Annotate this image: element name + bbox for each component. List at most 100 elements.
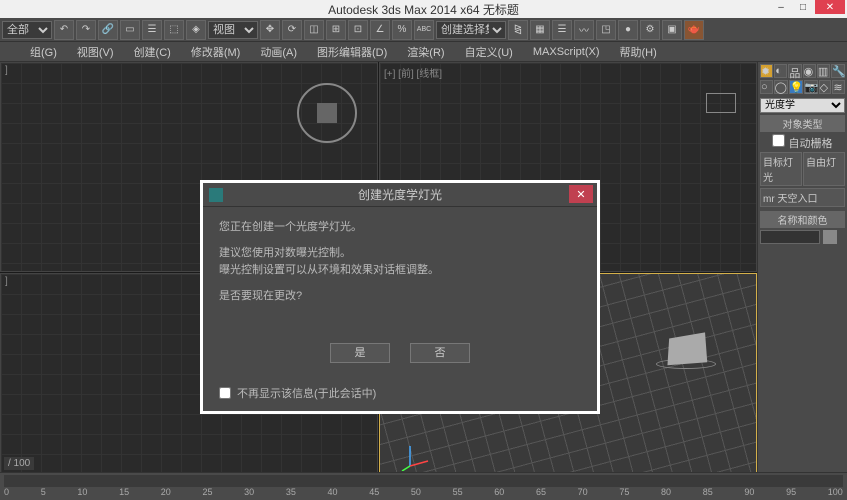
free-light-button[interactable]: 自由灯: [803, 152, 845, 186]
timeline[interactable]: 0 5 10 15 20 25 30 35 40 45 50 55 60 65 …: [0, 472, 847, 500]
title-text: Autodesk 3ds Max 2014 x64 无标题: [328, 1, 519, 18]
redo-icon[interactable]: ↷: [76, 20, 96, 40]
menu-bar: 组(G) 视图(V) 创建(C) 修改器(M) 动画(A) 图形编辑器(D) 渲…: [0, 42, 847, 62]
angle-snap-icon[interactable]: ∠: [370, 20, 390, 40]
hierarchy-tab-icon[interactable]: 品: [788, 64, 801, 78]
render-setup-icon[interactable]: ⚙: [640, 20, 660, 40]
window-controls: – □ ✕: [771, 0, 845, 14]
dialog-body: 您正在创建一个光度学灯光。 建议您使用对数曝光控制。 曝光控制设置可以从环境和效…: [203, 207, 597, 379]
maximize-button[interactable]: □: [793, 0, 813, 14]
viewport-label: ]: [5, 65, 8, 76]
move-icon[interactable]: ✥: [260, 20, 280, 40]
filter-icon[interactable]: ◈: [186, 20, 206, 40]
dialog-app-icon: [209, 188, 223, 202]
rotate-icon[interactable]: ⟳: [282, 20, 302, 40]
dialog-yes-button[interactable]: 是: [330, 343, 390, 363]
display-tab-icon[interactable]: ▥: [817, 64, 830, 78]
link-icon[interactable]: 🔗: [98, 20, 118, 40]
autogrid-checkbox[interactable]: [772, 134, 785, 147]
dialog-text-line2: 建议您使用对数曝光控制。: [219, 245, 581, 263]
scale-icon[interactable]: ◫: [304, 20, 324, 40]
tick: 0: [4, 487, 9, 497]
shapes-tab-icon[interactable]: ◯: [774, 80, 788, 94]
menu-rendering[interactable]: 渲染(R): [397, 42, 454, 62]
mr-sky-portal-button[interactable]: mr 天空入口: [760, 188, 845, 207]
tick: 55: [453, 487, 463, 497]
viewport-label: ]: [5, 276, 8, 287]
name-color-rollup[interactable]: 名称和颜色: [760, 211, 845, 228]
menu-group[interactable]: 组(G): [20, 42, 67, 62]
abc-icon[interactable]: ABC: [414, 20, 434, 40]
tick: 75: [619, 487, 629, 497]
align-icon[interactable]: ▦: [530, 20, 550, 40]
tick: 35: [286, 487, 296, 497]
dont-show-again-checkbox[interactable]: [219, 387, 231, 399]
cube-gizmo-icon: [706, 93, 736, 113]
axis-gizmo-icon: [400, 441, 430, 471]
helpers-tab-icon[interactable]: ◇: [819, 80, 832, 94]
menu-customize[interactable]: 自定义(U): [455, 42, 523, 62]
menu-maxscript[interactable]: MAXScript(X): [523, 44, 610, 60]
motion-tab-icon[interactable]: ◉: [803, 64, 816, 78]
dialog-close-button[interactable]: ✕: [569, 185, 593, 203]
lights-tab-icon[interactable]: 💡: [789, 80, 803, 94]
percent-snap-icon[interactable]: %: [392, 20, 412, 40]
tick: 65: [536, 487, 546, 497]
menu-help[interactable]: 帮助(H): [609, 42, 666, 62]
rect-select-icon[interactable]: ⬚: [164, 20, 184, 40]
tick: 85: [703, 487, 713, 497]
tick: 5: [41, 487, 46, 497]
menu-graph-editors[interactable]: 图形编辑器(D): [307, 42, 397, 62]
tick: 40: [328, 487, 338, 497]
space-warps-tab-icon[interactable]: ≋: [832, 80, 845, 94]
undo-icon[interactable]: ↶: [54, 20, 74, 40]
layer-icon[interactable]: ☰: [552, 20, 572, 40]
target-light-button[interactable]: 目标灯光: [760, 152, 802, 186]
object-name-input[interactable]: [760, 230, 820, 244]
minimize-button[interactable]: –: [771, 0, 791, 14]
snap-icon[interactable]: ⊡: [348, 20, 368, 40]
command-panel: ✹ ◐ 品 ◉ ▥ 🔧 ○ ◯ 💡 📷 ◇ ≋ 光度学 对象类型 自动栅格 目标…: [757, 62, 847, 482]
curve-editor-icon[interactable]: 〰: [574, 20, 594, 40]
close-button[interactable]: ✕: [815, 0, 845, 14]
dialog-title-text: 创建光度学灯光: [358, 186, 442, 203]
cameras-tab-icon[interactable]: 📷: [804, 80, 818, 94]
material-icon[interactable]: ●: [618, 20, 638, 40]
tick: 70: [578, 487, 588, 497]
selection-set-dropdown[interactable]: 创建选择集: [436, 21, 506, 39]
menu-view[interactable]: 视图(V): [67, 42, 124, 62]
cube-object-icon: [666, 334, 716, 369]
select-icon[interactable]: ▭: [120, 20, 140, 40]
menu-create[interactable]: 创建(C): [124, 42, 181, 62]
dialog-text-line1: 您正在创建一个光度学灯光。: [219, 219, 581, 237]
modify-tab-icon[interactable]: ◐: [774, 64, 787, 78]
tick: 25: [202, 487, 212, 497]
category-dropdown[interactable]: 光度学: [760, 98, 845, 113]
geometry-tab-icon[interactable]: ○: [760, 80, 773, 94]
select-name-icon[interactable]: ☰: [142, 20, 162, 40]
mirror-icon[interactable]: ⧎: [508, 20, 528, 40]
dialog-no-button[interactable]: 否: [410, 343, 470, 363]
coord-icon[interactable]: ⊞: [326, 20, 346, 40]
timeline-track[interactable]: [4, 475, 843, 487]
render-frame-icon[interactable]: ▣: [662, 20, 682, 40]
schematic-icon[interactable]: ◳: [596, 20, 616, 40]
object-type-rollup[interactable]: 对象类型: [760, 115, 845, 132]
tick: 50: [411, 487, 421, 497]
menu-modifiers[interactable]: 修改器(M): [181, 42, 251, 62]
dialog-text-line3: 曝光控制设置可以从环境和效果对话框调整。: [219, 262, 581, 280]
scope-dropdown[interactable]: 全部: [2, 21, 52, 39]
menu-animation[interactable]: 动画(A): [250, 42, 307, 62]
dialog-titlebar: 创建光度学灯光 ✕: [203, 183, 597, 207]
view-dropdown[interactable]: 视图: [208, 21, 258, 39]
tick: 80: [661, 487, 671, 497]
create-tab-icon[interactable]: ✹: [760, 64, 773, 78]
tick: 10: [77, 487, 87, 497]
viewport-label: [+] [前] [线框]: [384, 65, 442, 80]
photometric-light-dialog: 创建光度学灯光 ✕ 您正在创建一个光度学灯光。 建议您使用对数曝光控制。 曝光控…: [200, 180, 600, 414]
utilities-tab-icon[interactable]: 🔧: [831, 64, 845, 78]
tick: 30: [244, 487, 254, 497]
color-swatch[interactable]: [823, 230, 837, 244]
light-gizmo-icon: [297, 83, 357, 143]
render-icon[interactable]: 🫖: [684, 20, 704, 40]
